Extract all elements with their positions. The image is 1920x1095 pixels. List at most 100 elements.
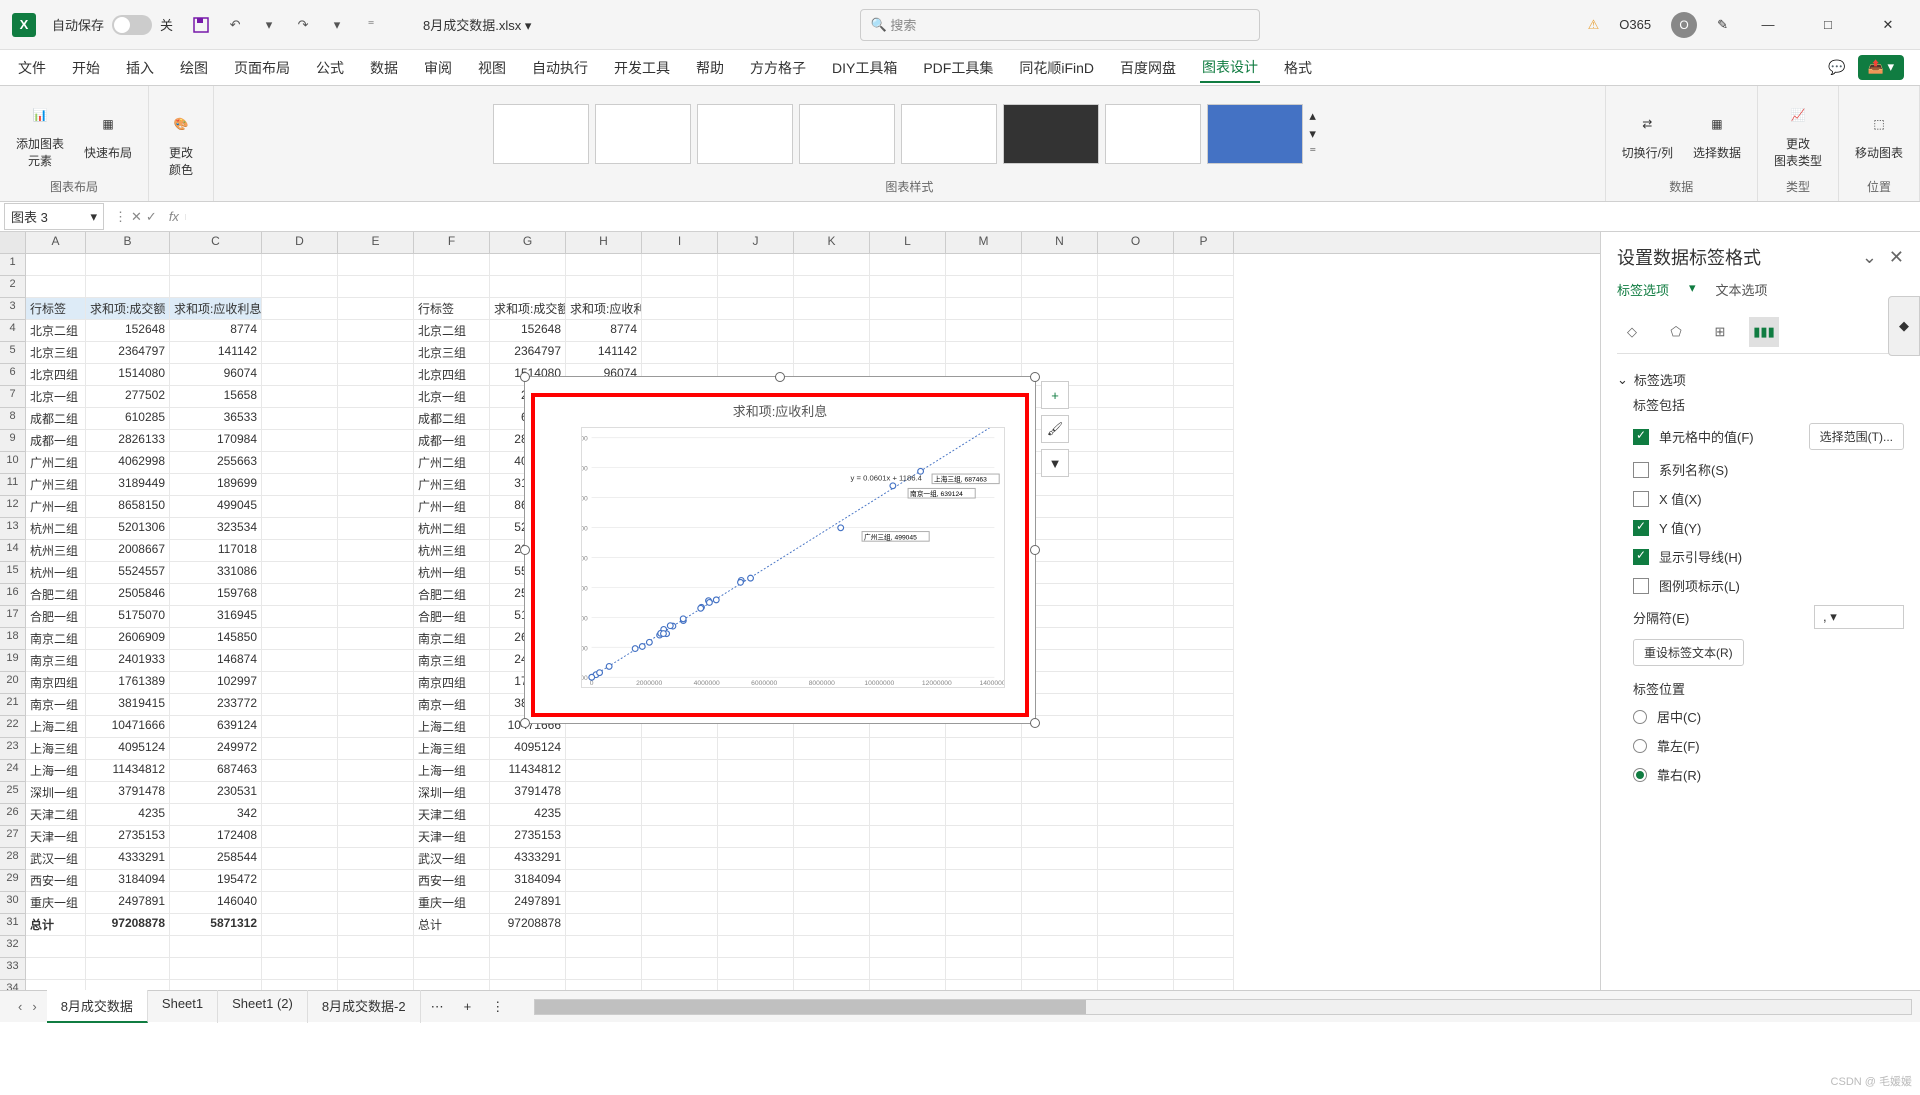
ribbon-tab-1[interactable]: 开始 [70, 54, 102, 82]
row-header[interactable]: 15 [0, 562, 26, 584]
styles-scroll[interactable]: ▴▾⁼ [1309, 104, 1325, 164]
check-y-value[interactable] [1633, 520, 1649, 536]
cell[interactable] [170, 936, 262, 958]
cell[interactable] [1174, 650, 1234, 672]
cell[interactable]: 南京二组 [414, 628, 490, 650]
cell[interactable] [794, 320, 870, 342]
row-header[interactable]: 32 [0, 936, 26, 958]
cell[interactable]: 上海一组 [414, 760, 490, 782]
cell[interactable]: 2735153 [86, 826, 170, 848]
cell[interactable] [1098, 892, 1174, 914]
cell[interactable] [718, 826, 794, 848]
cell[interactable] [1174, 518, 1234, 540]
row-header[interactable]: 34 [0, 980, 26, 990]
cell[interactable]: 5524557 [86, 562, 170, 584]
sheet-tab[interactable]: Sheet1 (2) [218, 990, 308, 1023]
cell[interactable]: 10471666 [86, 716, 170, 738]
cell[interactable]: 4333291 [86, 848, 170, 870]
comments-button[interactable]: 💬 [1826, 55, 1847, 80]
cell[interactable] [338, 408, 414, 430]
filename[interactable]: 8月成交数据.xlsx ▾ [423, 15, 531, 34]
cell[interactable] [1098, 672, 1174, 694]
radio-center[interactable] [1633, 710, 1647, 724]
cell[interactable]: 南京一组 [414, 694, 490, 716]
cell[interactable] [1098, 650, 1174, 672]
size-icon[interactable]: ⊞ [1705, 317, 1735, 347]
cell[interactable] [490, 254, 566, 276]
cell[interactable] [262, 518, 338, 540]
cell[interactable] [718, 980, 794, 990]
cell[interactable] [946, 298, 1022, 320]
cell[interactable] [338, 298, 414, 320]
section-label-options[interactable]: ⌄标签选项 [1617, 364, 1904, 395]
col-header[interactable]: E [338, 232, 414, 253]
cell[interactable] [1098, 958, 1174, 980]
cell[interactable] [566, 276, 642, 298]
cell[interactable] [262, 474, 338, 496]
cell[interactable] [1174, 694, 1234, 716]
collapse-pane-icon[interactable]: ◆ [1888, 296, 1920, 356]
new-sheet-icon[interactable]: + [454, 999, 482, 1014]
cell[interactable] [338, 584, 414, 606]
cell[interactable] [642, 936, 718, 958]
cell[interactable] [870, 738, 946, 760]
cell[interactable] [870, 254, 946, 276]
cell[interactable] [338, 606, 414, 628]
cell[interactable] [946, 958, 1022, 980]
cell[interactable]: 成都二组 [26, 408, 86, 430]
cell[interactable] [262, 782, 338, 804]
cell[interactable]: 合肥一组 [26, 606, 86, 628]
cell[interactable]: 深圳一组 [26, 782, 86, 804]
ribbon-tab-10[interactable]: 开发工具 [612, 54, 672, 82]
cell[interactable]: 成都一组 [414, 430, 490, 452]
cell[interactable] [1174, 870, 1234, 892]
scatter-chart[interactable]: + 🖌 ▼ 求和项:应收利息 0000100000200000300000400… [524, 376, 1036, 724]
cell[interactable]: 258544 [170, 848, 262, 870]
row-header[interactable]: 20 [0, 672, 26, 694]
cell[interactable] [946, 738, 1022, 760]
cell[interactable]: 170984 [170, 430, 262, 452]
cell[interactable] [946, 914, 1022, 936]
cell[interactable] [870, 826, 946, 848]
cell[interactable] [1022, 782, 1098, 804]
cell[interactable]: 5175070 [86, 606, 170, 628]
row-header[interactable]: 2 [0, 276, 26, 298]
ribbon-tab-0[interactable]: 文件 [16, 54, 48, 82]
cell[interactable] [794, 870, 870, 892]
check-leader-lines[interactable] [1633, 549, 1649, 565]
cell[interactable]: 天津一组 [414, 826, 490, 848]
cell[interactable] [870, 914, 946, 936]
cell[interactable] [642, 826, 718, 848]
cell[interactable] [338, 496, 414, 518]
cell[interactable] [718, 320, 794, 342]
cell[interactable]: 2364797 [86, 342, 170, 364]
ribbon-tab-16[interactable]: 百度网盘 [1118, 54, 1178, 82]
add-chart-element-button[interactable]: 📊添加图表 元素 [10, 95, 70, 173]
cell[interactable] [870, 980, 946, 990]
cell[interactable]: 3184094 [86, 870, 170, 892]
col-header[interactable]: G [490, 232, 566, 253]
chart-elements-button[interactable]: + [1041, 381, 1069, 409]
chart-style-3[interactable] [697, 104, 793, 164]
cell[interactable] [1174, 496, 1234, 518]
cell[interactable]: 117018 [170, 540, 262, 562]
cell[interactable] [642, 320, 718, 342]
cell[interactable]: 2497891 [490, 892, 566, 914]
chart-style-7[interactable] [1105, 104, 1201, 164]
cell[interactable] [1098, 540, 1174, 562]
cell[interactable]: 总计 [414, 914, 490, 936]
close-button[interactable]: ✕ [1868, 10, 1908, 40]
cell[interactable] [642, 342, 718, 364]
radio-left[interactable] [1633, 739, 1647, 753]
radio-right[interactable] [1633, 768, 1647, 782]
row-header[interactable]: 25 [0, 782, 26, 804]
cell[interactable]: 北京三组 [414, 342, 490, 364]
select-data-button[interactable]: ▦选择数据 [1687, 104, 1747, 165]
label-options-icon[interactable]: ▮▮▮ [1749, 317, 1779, 347]
cell[interactable]: 杭州三组 [26, 540, 86, 562]
ribbon-tab-6[interactable]: 数据 [368, 54, 400, 82]
cell[interactable]: 97208878 [86, 914, 170, 936]
cell[interactable] [1022, 914, 1098, 936]
save-icon[interactable] [189, 13, 213, 37]
cell[interactable]: 杭州一组 [26, 562, 86, 584]
